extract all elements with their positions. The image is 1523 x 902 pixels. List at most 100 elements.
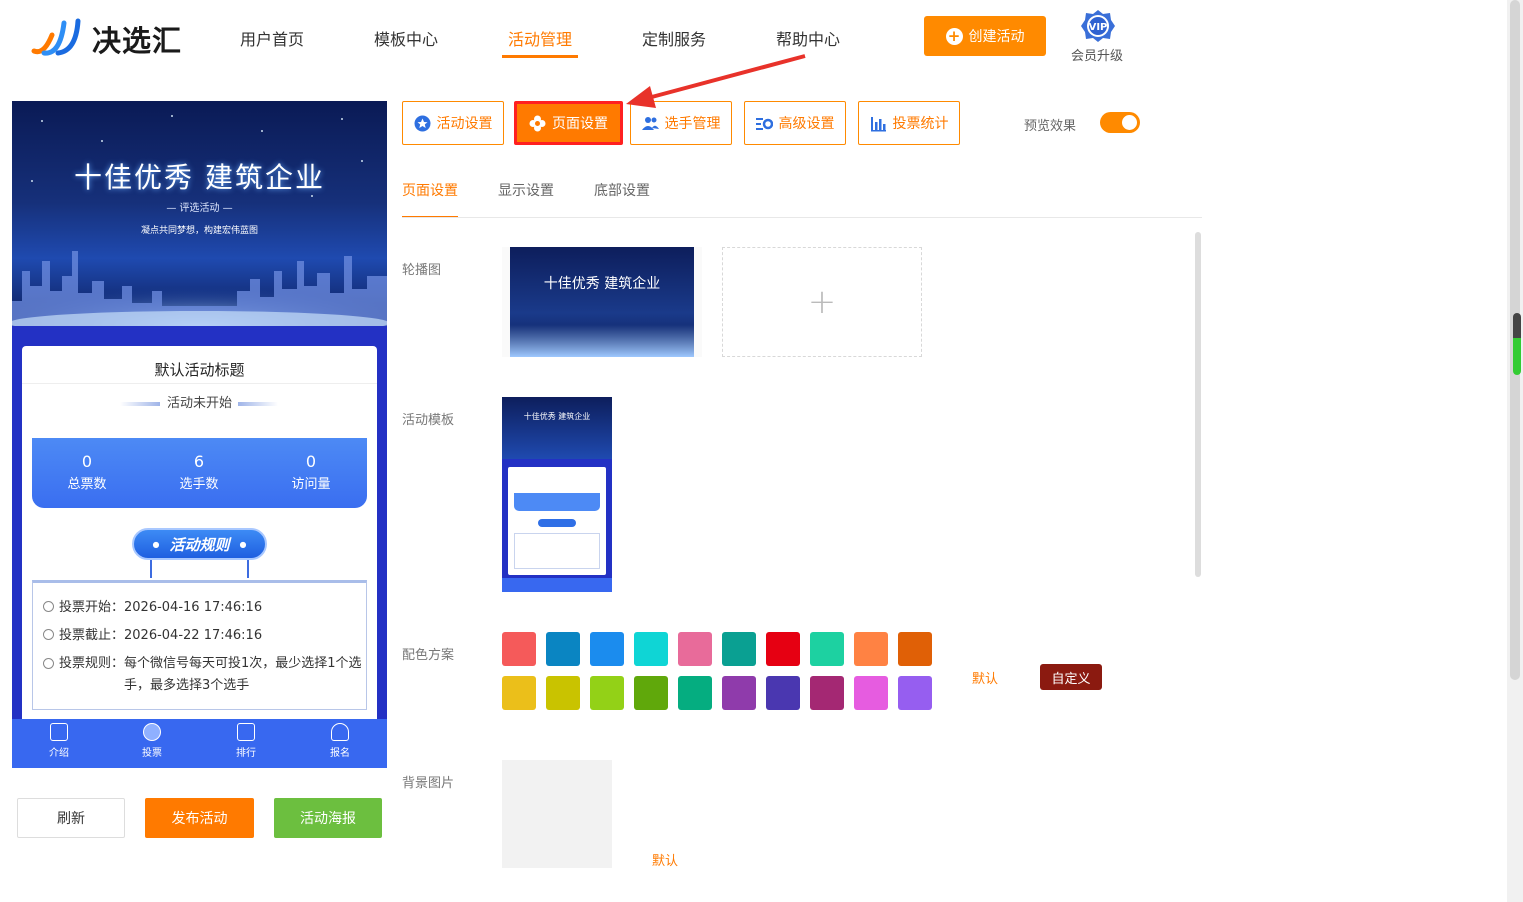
banner-title: 十佳优秀 建筑企业 xyxy=(74,161,325,194)
rule-start-label: 投票开始： xyxy=(59,600,125,615)
logo-icon xyxy=(31,18,81,56)
color-swatch[interactable] xyxy=(546,676,580,710)
carousel-label: 轮播图 xyxy=(402,263,442,278)
activity-card: 默认活动标题 活动未开始 0 总票数 6 选手数 0 访问量 ● 活动规则 ● xyxy=(22,346,377,726)
clock-icon xyxy=(43,601,54,612)
refresh-button[interactable]: 刷新 xyxy=(17,798,125,838)
color-swatch[interactable] xyxy=(810,676,844,710)
color-swatch[interactable] xyxy=(502,676,536,710)
stat-visits: 0 访问量 xyxy=(266,452,356,492)
color-swatch[interactable] xyxy=(854,676,888,710)
subtab-divider xyxy=(402,217,1202,218)
add-carousel-image-button[interactable]: + xyxy=(722,247,922,357)
rules-connector xyxy=(150,560,152,578)
rule-start-value: 2026-04-16 17:46:16 xyxy=(124,600,263,615)
clock-icon xyxy=(43,629,54,640)
activity-settings-button[interactable]: 活动设置 xyxy=(402,101,504,145)
vote-statistics-button[interactable]: 投票统计 xyxy=(858,101,960,145)
color-swatch[interactable] xyxy=(546,632,580,666)
nav-templates[interactable]: 模板中心 xyxy=(374,26,438,58)
template-rules-button xyxy=(538,519,576,527)
color-swatch[interactable] xyxy=(722,632,756,666)
nav-activity-management[interactable]: 活动管理 xyxy=(502,26,578,58)
color-swatch[interactable] xyxy=(898,676,932,710)
publish-button[interactable]: 发布活动 xyxy=(145,798,254,838)
tab-intro-label: 介绍 xyxy=(49,748,69,759)
tab-signup[interactable]: 报名 xyxy=(310,723,370,759)
background-default-button[interactable]: 默认 xyxy=(652,850,678,869)
stat-value: 0 xyxy=(81,452,93,471)
annotation-arrow xyxy=(626,54,806,108)
bar-chart-icon xyxy=(870,116,886,131)
color-swatch[interactable] xyxy=(502,632,536,666)
color-swatch[interactable] xyxy=(590,632,624,666)
activity-rules-label: 活动规则 xyxy=(169,535,230,554)
color-scheme-label: 配色方案 xyxy=(402,648,455,663)
template-title: 十佳优秀 建筑企业 xyxy=(523,412,591,421)
subtab-display-settings[interactable]: 显示设置 xyxy=(498,180,554,218)
color-swatch[interactable] xyxy=(766,632,800,666)
template-tabbar xyxy=(502,578,612,592)
page-settings-label: 页面设置 xyxy=(552,116,608,132)
color-custom-button[interactable]: 自定义 xyxy=(1040,664,1102,690)
carousel-image-title: 十佳优秀 建筑企业 xyxy=(543,276,661,292)
tab-vote-label: 投票 xyxy=(142,748,162,759)
page-settings-button[interactable]: 页面设置 xyxy=(514,101,623,145)
poster-button[interactable]: 活动海报 xyxy=(274,798,382,838)
activity-rules-button[interactable]: ● 活动规则 ● xyxy=(132,528,267,560)
subtab-page-settings[interactable]: 页面设置 xyxy=(402,180,458,218)
create-activity-label: 创建活动 xyxy=(968,29,1025,45)
tab-ranking[interactable]: 排行 xyxy=(216,723,276,759)
activity-status: 活动未开始 xyxy=(166,396,232,411)
color-swatch[interactable] xyxy=(678,632,712,666)
tab-signup-label: 报名 xyxy=(330,748,350,759)
stat-label: 选手数 xyxy=(179,477,219,492)
color-swatch[interactable] xyxy=(590,676,624,710)
tab-vote[interactable]: 投票 xyxy=(122,723,182,759)
vote-icon xyxy=(143,723,161,741)
nav-home[interactable]: 用户首页 xyxy=(240,26,304,58)
preview-banner: 十佳优秀 建筑企业 — 评选活动 — 凝点共同梦想，构建宏伟蓝图 xyxy=(12,101,387,326)
color-swatch[interactable] xyxy=(634,632,668,666)
stat-value: 6 xyxy=(193,452,205,471)
users-icon xyxy=(641,116,659,130)
panel-scrollbar[interactable] xyxy=(1195,232,1201,577)
template-thumbnail[interactable]: 十佳优秀 建筑企业 xyxy=(502,397,612,592)
subtab-footer-settings[interactable]: 底部设置 xyxy=(594,180,650,218)
preview-effect-toggle[interactable] xyxy=(1100,112,1140,133)
color-swatch[interactable] xyxy=(854,632,888,666)
carousel-skyline xyxy=(510,325,694,357)
stat-label: 总票数 xyxy=(67,477,107,492)
background-image-placeholder[interactable] xyxy=(502,760,612,868)
star-icon xyxy=(414,115,430,131)
template-rules xyxy=(514,533,600,569)
vote-statistics-label: 投票统计 xyxy=(892,116,949,132)
stats-panel: 0 总票数 6 选手数 0 访问量 xyxy=(32,438,367,508)
stat-value: 0 xyxy=(305,452,317,471)
rule-voting-label: 投票规则： xyxy=(59,656,125,671)
preview-tabbar: 介绍 投票 排行 报名 xyxy=(12,719,387,768)
carousel-image-preview: 十佳优秀 建筑企业 xyxy=(510,247,694,357)
color-swatch[interactable] xyxy=(634,676,668,710)
color-swatch[interactable] xyxy=(898,632,932,666)
rule-voting: 投票规则： 每个微信号每天可投1次，最少选择1个选手，最多选择3个选手 xyxy=(43,653,363,697)
activity-settings-label: 活动设置 xyxy=(436,116,493,132)
template-banner xyxy=(502,397,612,459)
vip-icon[interactable]: VIP xyxy=(1080,9,1116,43)
color-swatch[interactable] xyxy=(810,632,844,666)
document-icon xyxy=(50,723,68,741)
advanced-settings-label: 高级设置 xyxy=(778,116,835,132)
rule-voting-value: 每个微信号每天可投1次，最少选择1个选手，最多选择3个选手 xyxy=(124,656,362,693)
color-swatch[interactable] xyxy=(766,676,800,710)
vip-upgrade-label[interactable]: 会员升级 xyxy=(1071,45,1123,64)
banner-subtitle: — 评选活动 — xyxy=(166,203,233,214)
create-activity-button[interactable]: + 创建活动 xyxy=(924,16,1046,56)
stat-label: 访问量 xyxy=(291,477,331,492)
carousel-image[interactable]: 十佳优秀 建筑企业 xyxy=(502,247,702,357)
status-divider-right xyxy=(238,402,278,406)
preview-effect-label: 预览效果 xyxy=(1024,119,1077,134)
color-default-button[interactable]: 默认 xyxy=(972,668,998,687)
color-swatch[interactable] xyxy=(722,676,756,710)
color-swatch[interactable] xyxy=(678,676,712,710)
tab-intro[interactable]: 介绍 xyxy=(29,723,89,759)
